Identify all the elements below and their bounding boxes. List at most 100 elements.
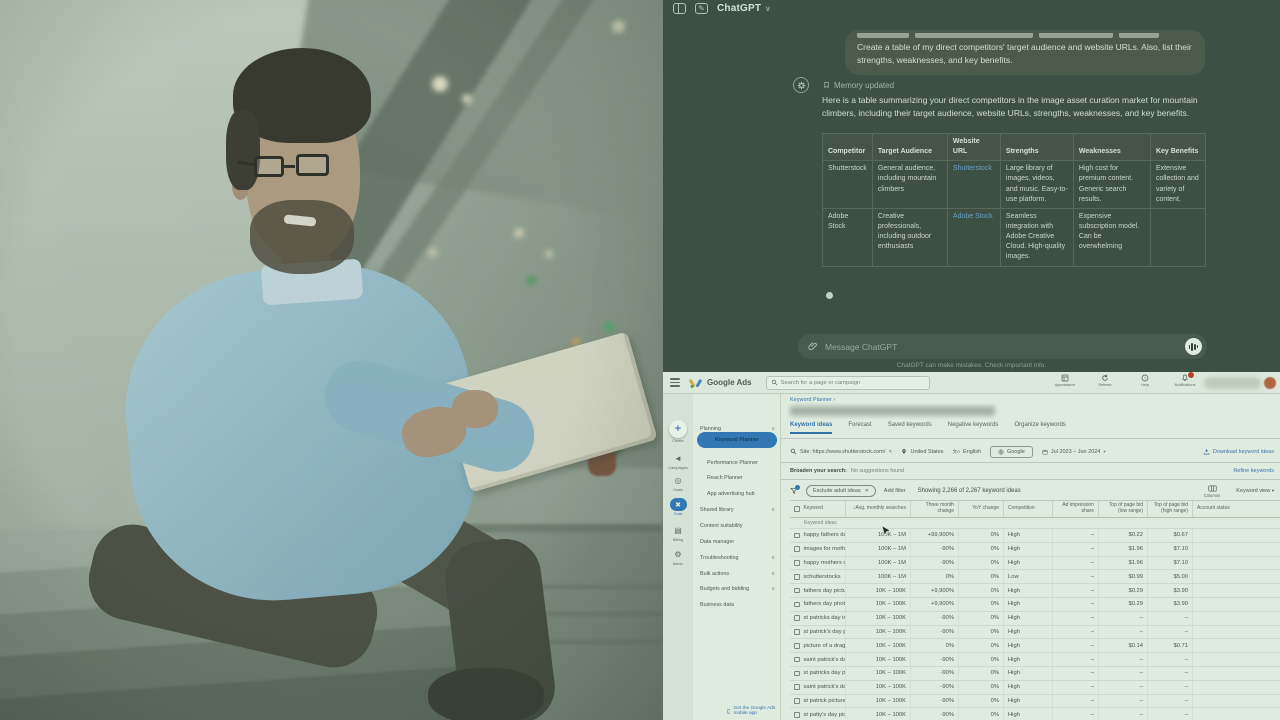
- keyword-table-row[interactable]: st patricks day pics10K – 100K-90%0%High…: [790, 667, 1280, 681]
- model-selector[interactable]: ChatGPT∨: [717, 3, 771, 14]
- message-input[interactable]: [825, 342, 1178, 352]
- keyword-table-row[interactable]: saint patrick's day pic...10K – 100K-90%…: [790, 653, 1280, 667]
- column-header-keyword[interactable]: Keyword: [790, 501, 845, 517]
- keyword-table-row[interactable]: images for mother's d...100K – 1M-90%0%H…: [790, 543, 1280, 557]
- sidebar-item-performance-planner[interactable]: Performance Planner: [693, 456, 781, 469]
- tab-saved-keywords[interactable]: Saved keywords: [888, 422, 932, 432]
- keyword-table-row[interactable]: picture of a dragon10K – 100K0%0%High–$0…: [790, 639, 1280, 653]
- row-checkbox[interactable]: [794, 657, 800, 663]
- keyword-table-row[interactable]: st patricks day images10K – 100K-90%0%Hi…: [790, 612, 1280, 626]
- sidebar-item-content-suitability[interactable]: Content suitability: [693, 519, 781, 532]
- account-avatar[interactable]: [1264, 377, 1276, 389]
- column-header-account-status[interactable]: Account status: [1192, 501, 1280, 517]
- sidebar-item-shared-library[interactable]: Shared library∨: [693, 503, 781, 516]
- message-composer[interactable]: [798, 334, 1207, 359]
- column-header-three-month-change[interactable]: Three month change: [910, 501, 958, 517]
- sidebar-toggle-icon[interactable]: [673, 3, 686, 14]
- cell-value: -90%: [940, 712, 954, 718]
- breadcrumb[interactable]: Keyword Planner ›: [790, 397, 835, 403]
- row-checkbox[interactable]: [794, 546, 800, 552]
- competitor-table-cell-website_url[interactable]: Shutterstock: [947, 161, 1000, 209]
- filter-funnel-button[interactable]: [790, 487, 798, 495]
- sidebar-item-bulk-actions[interactable]: Bulk actions∨: [693, 567, 781, 580]
- sidebar-item-business-data[interactable]: Business data: [693, 598, 781, 611]
- tab-forecast[interactable]: Forecast: [848, 422, 871, 432]
- cell-value: –: [1185, 629, 1188, 635]
- language-selector[interactable]: 文A English: [953, 449, 982, 455]
- add-filter-button[interactable]: Add filter: [884, 488, 906, 494]
- column-header-ad-impression-share[interactable]: Ad impression share: [1052, 501, 1098, 517]
- rail-item-tools[interactable]: ✖Tools: [663, 498, 693, 516]
- competitor-table-cell-key_benefits: [1150, 208, 1205, 266]
- keyword-table-row[interactable]: fathers day photo10K – 100K+9,900%0%High…: [790, 598, 1280, 612]
- keyword-view-dropdown[interactable]: Keyword view ▾: [1236, 488, 1274, 494]
- topbar-search-input[interactable]: [781, 380, 925, 386]
- row-checkbox[interactable]: [794, 698, 800, 704]
- select-all-checkbox[interactable]: [794, 506, 800, 512]
- row-checkbox[interactable]: [794, 615, 800, 621]
- attach-paperclip-icon[interactable]: [808, 341, 818, 352]
- sidebar-item-app-advertising-hub[interactable]: App advertising hub: [693, 487, 781, 500]
- column-header-yoy-change[interactable]: YoY change: [958, 501, 1003, 517]
- exclude-adult-ideas-chip[interactable]: Exclude adult ideas ✕: [806, 485, 876, 497]
- column-header-label: Account status: [1197, 506, 1230, 512]
- keyword-table-row[interactable]: happy fathers day ph...100K – 1M+99,900%…: [790, 529, 1280, 543]
- keyword-table-row[interactable]: happy mothers day ph...100K – 1M-90%0%Hi…: [790, 557, 1280, 571]
- keyword-table-row[interactable]: saint patrick's day im...10K – 100K-90%0…: [790, 681, 1280, 695]
- row-checkbox[interactable]: [794, 533, 800, 539]
- row-checkbox[interactable]: [794, 560, 800, 566]
- mobile-app-link[interactable]: Get the Google Ads mobile app: [727, 706, 780, 716]
- row-checkbox[interactable]: [794, 588, 800, 594]
- column-header-top-of-page-bid-low-range-[interactable]: Top of page bid (low range): [1098, 501, 1147, 517]
- network-selector[interactable]: Google: [990, 446, 1033, 458]
- keyword-table-row[interactable]: schutterstocks100K – 1M0%0%Low–$0.99$5.0…: [790, 570, 1280, 584]
- rail-item-goals[interactable]: ◎Goals: [663, 474, 693, 492]
- column-header-avg-monthly-searches[interactable]: ↓ Avg. monthly searches: [845, 501, 910, 517]
- cell-bid_high: –: [1147, 653, 1192, 666]
- tab-negative-keywords[interactable]: Negative keywords: [948, 422, 999, 432]
- competitor-table-cell-website_url[interactable]: Adobe Stock: [947, 208, 1000, 266]
- refresh-button[interactable]: Refresh: [1090, 374, 1120, 387]
- topbar-search-box[interactable]: [766, 376, 930, 390]
- cell-bid_low: –: [1098, 695, 1147, 708]
- refine-keywords-link[interactable]: Refine keywords: [1233, 468, 1274, 474]
- rail-item-campaigns[interactable]: ◄Campaigns: [663, 452, 693, 470]
- sidebar-item-budgets-and-bidding[interactable]: Budgets and bidding∨: [693, 582, 781, 595]
- row-checkbox[interactable]: [794, 712, 800, 718]
- row-checkbox[interactable]: [794, 574, 800, 580]
- keyword-table-row[interactable]: st patrick pictures10K – 100K-90%0%High–…: [790, 695, 1280, 709]
- row-checkbox[interactable]: [794, 602, 800, 608]
- sidebar-item-reach-planner[interactable]: Reach Planner: [693, 471, 781, 484]
- row-checkbox[interactable]: [794, 643, 800, 649]
- download-keyword-ideas-link[interactable]: Download keyword ideas: [1203, 448, 1274, 455]
- menu-hamburger-icon[interactable]: [670, 378, 680, 386]
- keyword-table-row[interactable]: st patty's day pictures10K – 100K-90%0%H…: [790, 708, 1280, 720]
- location-selector[interactable]: United States: [901, 448, 943, 455]
- row-checkbox[interactable]: [794, 671, 800, 677]
- rail-item-create[interactable]: +Create: [663, 420, 693, 443]
- tab-keyword-ideas[interactable]: Keyword ideas: [790, 422, 832, 434]
- date-range-selector[interactable]: Jul 2023 – Jun 2024 ▾: [1042, 449, 1106, 455]
- clear-site-icon[interactable]: ✕: [888, 449, 892, 455]
- sidebar-item-data-manager[interactable]: Data manager: [693, 535, 781, 548]
- keyword-table-row[interactable]: st patrick's day pictures10K – 100K-90%0…: [790, 626, 1280, 640]
- appearance-button[interactable]: Appearance: [1050, 374, 1080, 387]
- remove-chip-icon[interactable]: ✕: [865, 488, 869, 494]
- column-header-top-of-page-bid-high-range-[interactable]: Top of page bid (high range): [1147, 501, 1192, 517]
- tab-organize-keywords[interactable]: Organize keywords: [1014, 422, 1065, 432]
- column-header-competition[interactable]: Competition: [1003, 501, 1052, 517]
- site-filter[interactable]: Site: https://www.shutterstock.com/ ✕: [790, 448, 892, 455]
- sidebar-item-keyword-planner[interactable]: Keyword Planner: [697, 432, 777, 448]
- columns-button[interactable]: Columns: [1204, 485, 1221, 498]
- rail-item-billing[interactable]: ▤Billing: [663, 524, 693, 542]
- help-button[interactable]: ? Help: [1130, 374, 1160, 387]
- voice-mode-button[interactable]: [1185, 338, 1202, 355]
- sidebar-item-troubleshooting[interactable]: Troubleshooting∨: [693, 551, 781, 564]
- notifications-button[interactable]: Notifications: [1170, 374, 1200, 387]
- new-chat-icon[interactable]: ✎: [695, 3, 708, 14]
- settings-gear-icon[interactable]: [793, 77, 809, 93]
- row-checkbox[interactable]: [794, 629, 800, 635]
- rail-item-admin[interactable]: ⚙Admin: [663, 548, 693, 566]
- keyword-table-row[interactable]: fathers day pictures10K – 100K+9,900%0%H…: [790, 584, 1280, 598]
- row-checkbox[interactable]: [794, 684, 800, 690]
